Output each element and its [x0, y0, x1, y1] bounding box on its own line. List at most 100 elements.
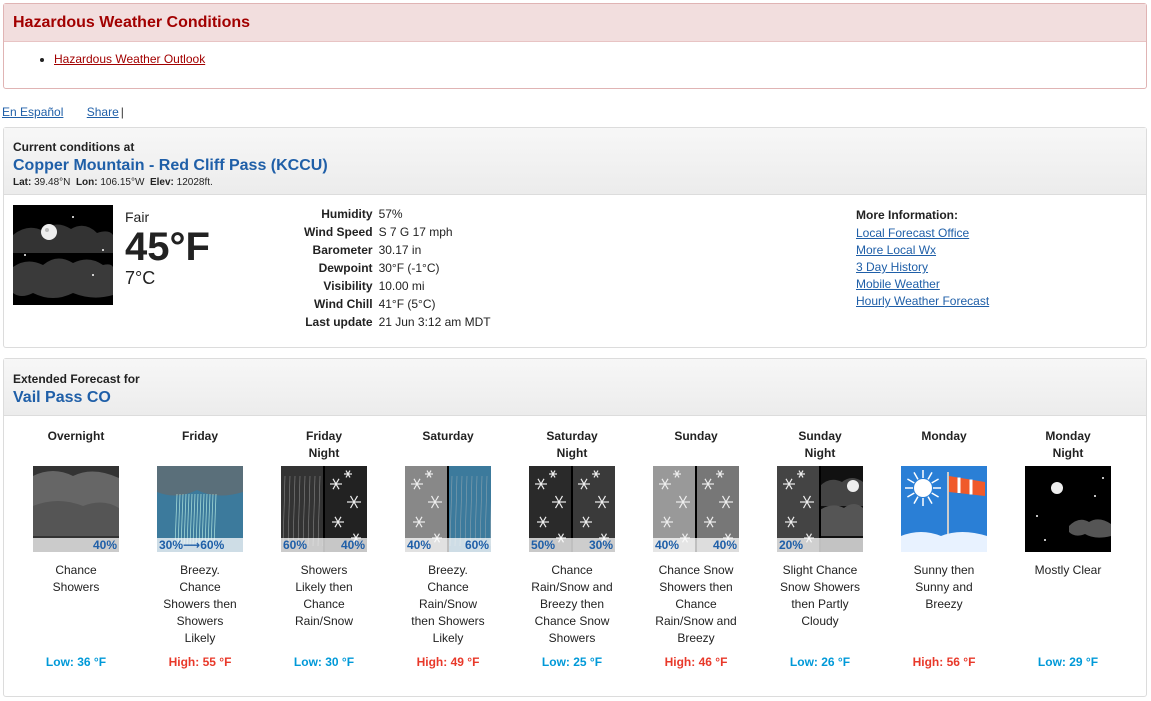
current-detail-row: Visibility 10.00 mi — [304, 277, 491, 295]
hourly-weather-forecast-link[interactable]: Hourly Weather Forecast — [856, 293, 989, 310]
short-forecast-line: Showers — [548, 631, 596, 645]
short-forecast: Breezy. Chance Showers then Showers Likely — [138, 562, 262, 648]
current-detail-row: Wind Speed S 7 G 17 mph — [304, 223, 491, 241]
short-forecast-line: Sunny then — [913, 563, 975, 577]
sunny-windy-icon — [901, 466, 987, 552]
forecast-period-name: Friday — [138, 428, 262, 466]
period-name-line-1: Monday — [921, 429, 967, 443]
high-temperature: High: 46 °F — [664, 655, 728, 669]
short-forecast-line: Chance — [551, 563, 593, 577]
forecast-period-name: Friday Night — [262, 428, 386, 466]
forecast-day: Sunday Night 20% Slight Chance Snow Showers… — [758, 428, 882, 669]
short-forecast: Mostly Clear — [1006, 562, 1130, 648]
share-link[interactable]: Share — [87, 105, 119, 119]
short-forecast-line: Snow Showers — [779, 580, 861, 594]
current-conditions-body: Fair 45°F 7°C Humidity 57% Wind Speed S 7 G… — [4, 195, 1146, 335]
detail-value: 30.17 in — [378, 243, 422, 257]
short-forecast: Chance Showers — [14, 562, 138, 648]
period-name-line-2: Night — [804, 446, 836, 460]
precip-chance: 50% — [531, 538, 556, 552]
station-coordinates: Lat: 39.48°N Lon: 106.15°W Elev: 12028ft… — [13, 177, 1137, 188]
elev-label: Elev: — [149, 177, 174, 188]
forecast-location: Vail Pass CO — [13, 389, 111, 406]
period-name-line-1: Friday — [181, 429, 218, 443]
high-temperature: High: 55 °F — [168, 655, 232, 669]
lon-value: 106.15°W — [100, 177, 145, 188]
precip-chance: 60% — [283, 538, 308, 552]
short-forecast-line: Mostly Clear — [1034, 563, 1102, 577]
precip-chance: 30%⟶60% — [159, 538, 225, 552]
precip-chance-bar: 50% 30% — [529, 538, 615, 552]
short-forecast-line: Rain/Snow and — [655, 614, 737, 628]
precip-chance-bar: 40% — [33, 538, 119, 552]
detail-value: 57% — [378, 207, 403, 221]
detail-value: 10.00 mi — [378, 279, 425, 293]
short-forecast-line: Showers then — [163, 597, 237, 611]
showers-day-icon: 30%⟶60% — [157, 466, 243, 552]
precip-chance-bar: 40% 40% — [653, 538, 739, 552]
current-temp-c: 7°C — [125, 268, 156, 288]
precip-chance-bar: 60% 40% — [281, 538, 367, 552]
short-forecast: Sunny then Sunny and Breezy — [882, 562, 1006, 648]
current-detail-row: Dewpoint 30°F (-1°C) — [304, 259, 491, 277]
high-temperature: High: 49 °F — [416, 655, 480, 669]
forecast-day: Sunday 40% 40% Chance Snow Showers then Chanc… — [634, 428, 758, 669]
short-forecast-line: Rain/Snow — [294, 614, 354, 628]
detail-label: Barometer — [312, 243, 373, 257]
detail-value: 21 Jun 3:12 am MDT — [378, 315, 491, 329]
short-forecast: Breezy. Chance Rain/Snow then Showers Likely — [386, 562, 510, 648]
forecast-period-name: Overnight — [14, 428, 138, 466]
precip-chance: 30% — [588, 538, 613, 552]
precip-chance: 40% — [407, 538, 432, 552]
forecast-day: Saturday 40% 60% Breezy. Chance Rain/Snow then… — [386, 428, 510, 669]
precip-chance-bar: 40% 60% — [405, 538, 491, 552]
snow-rainsnow-day-icon: 40% 40% — [653, 466, 739, 552]
short-forecast-line: Showers — [52, 580, 100, 594]
low-temperature: Low: 25 °F — [541, 655, 603, 669]
short-forecast-line: Rain/Snow — [418, 597, 478, 611]
current-detail-row: Last update 21 Jun 3:12 am MDT — [304, 313, 491, 331]
local-forecast-office-link[interactable]: Local Forecast Office — [856, 225, 989, 242]
hazardous-weather-outlook-link[interactable]: Hazardous Weather Outlook — [54, 52, 205, 66]
fair-night-icon — [13, 205, 113, 305]
low-temperature: Low: 26 °F — [789, 655, 851, 669]
precip-chance: 40% — [655, 538, 680, 552]
forecast-day: Friday Night 60% 40% Showers Likely then Chanc… — [262, 428, 386, 669]
hazard-header: Hazardous Weather Conditions — [4, 4, 1146, 42]
forecast-day: Monday Night Mostly Clear Low: 29 °F — [1006, 428, 1130, 669]
precip-chance: 20% — [779, 538, 804, 552]
short-forecast-line: then Partly — [791, 597, 849, 611]
mobile-weather-link[interactable]: Mobile Weather — [856, 276, 989, 293]
period-name-line-1: Friday — [305, 429, 342, 443]
short-forecast-line: Showers then — [659, 580, 733, 594]
forecast-period-name: Sunday Night — [758, 428, 882, 466]
lat-label: Lat: — [13, 177, 32, 188]
low-temperature: Low: 29 °F — [1037, 655, 1099, 669]
precip-chance-bar: 30%⟶60% — [157, 538, 243, 552]
short-forecast-line: Rain/Snow and — [531, 580, 613, 594]
detail-label: Last update — [305, 315, 373, 329]
short-forecast-line: Chance Snow — [534, 614, 610, 628]
lon-label: Lon: — [75, 177, 98, 188]
current-conditions-panel: Current conditions at Copper Mountain - … — [3, 127, 1147, 348]
rain-snow-night-icon: 60% 40% — [281, 466, 367, 552]
current-description: Fair — [125, 209, 150, 225]
detail-label: Humidity — [321, 207, 373, 221]
current-detail-row: Humidity 57% — [304, 205, 491, 223]
short-forecast-line: Likely then — [295, 580, 353, 594]
clear-night-icon — [1025, 466, 1111, 552]
showers-night-icon: 40% — [33, 466, 119, 552]
three-day-history-link[interactable]: 3 Day History — [856, 259, 989, 276]
espanol-link[interactable]: En Español — [2, 105, 63, 119]
hazard-list: Hazardous Weather Outlook — [4, 42, 1146, 66]
period-name-line-1: Overnight — [47, 429, 105, 443]
short-forecast-line: Likely — [184, 631, 216, 645]
forecast-period-name: Monday Night — [1006, 428, 1130, 466]
short-forecast: Showers Likely then Chance Rain/Snow — [262, 562, 386, 648]
forecast-day: Overnight 40% Chance Showers Low: 36 °F — [14, 428, 138, 669]
more-local-wx-link[interactable]: More Local Wx — [856, 242, 989, 259]
utility-links: En Español Share | — [2, 105, 124, 119]
high-temperature: High: 56 °F — [912, 655, 976, 669]
rainsnow-snow-night-icon: 50% 30% — [529, 466, 615, 552]
extended-forecast-header: Extended Forecast for Vail Pass CO — [4, 359, 1146, 416]
